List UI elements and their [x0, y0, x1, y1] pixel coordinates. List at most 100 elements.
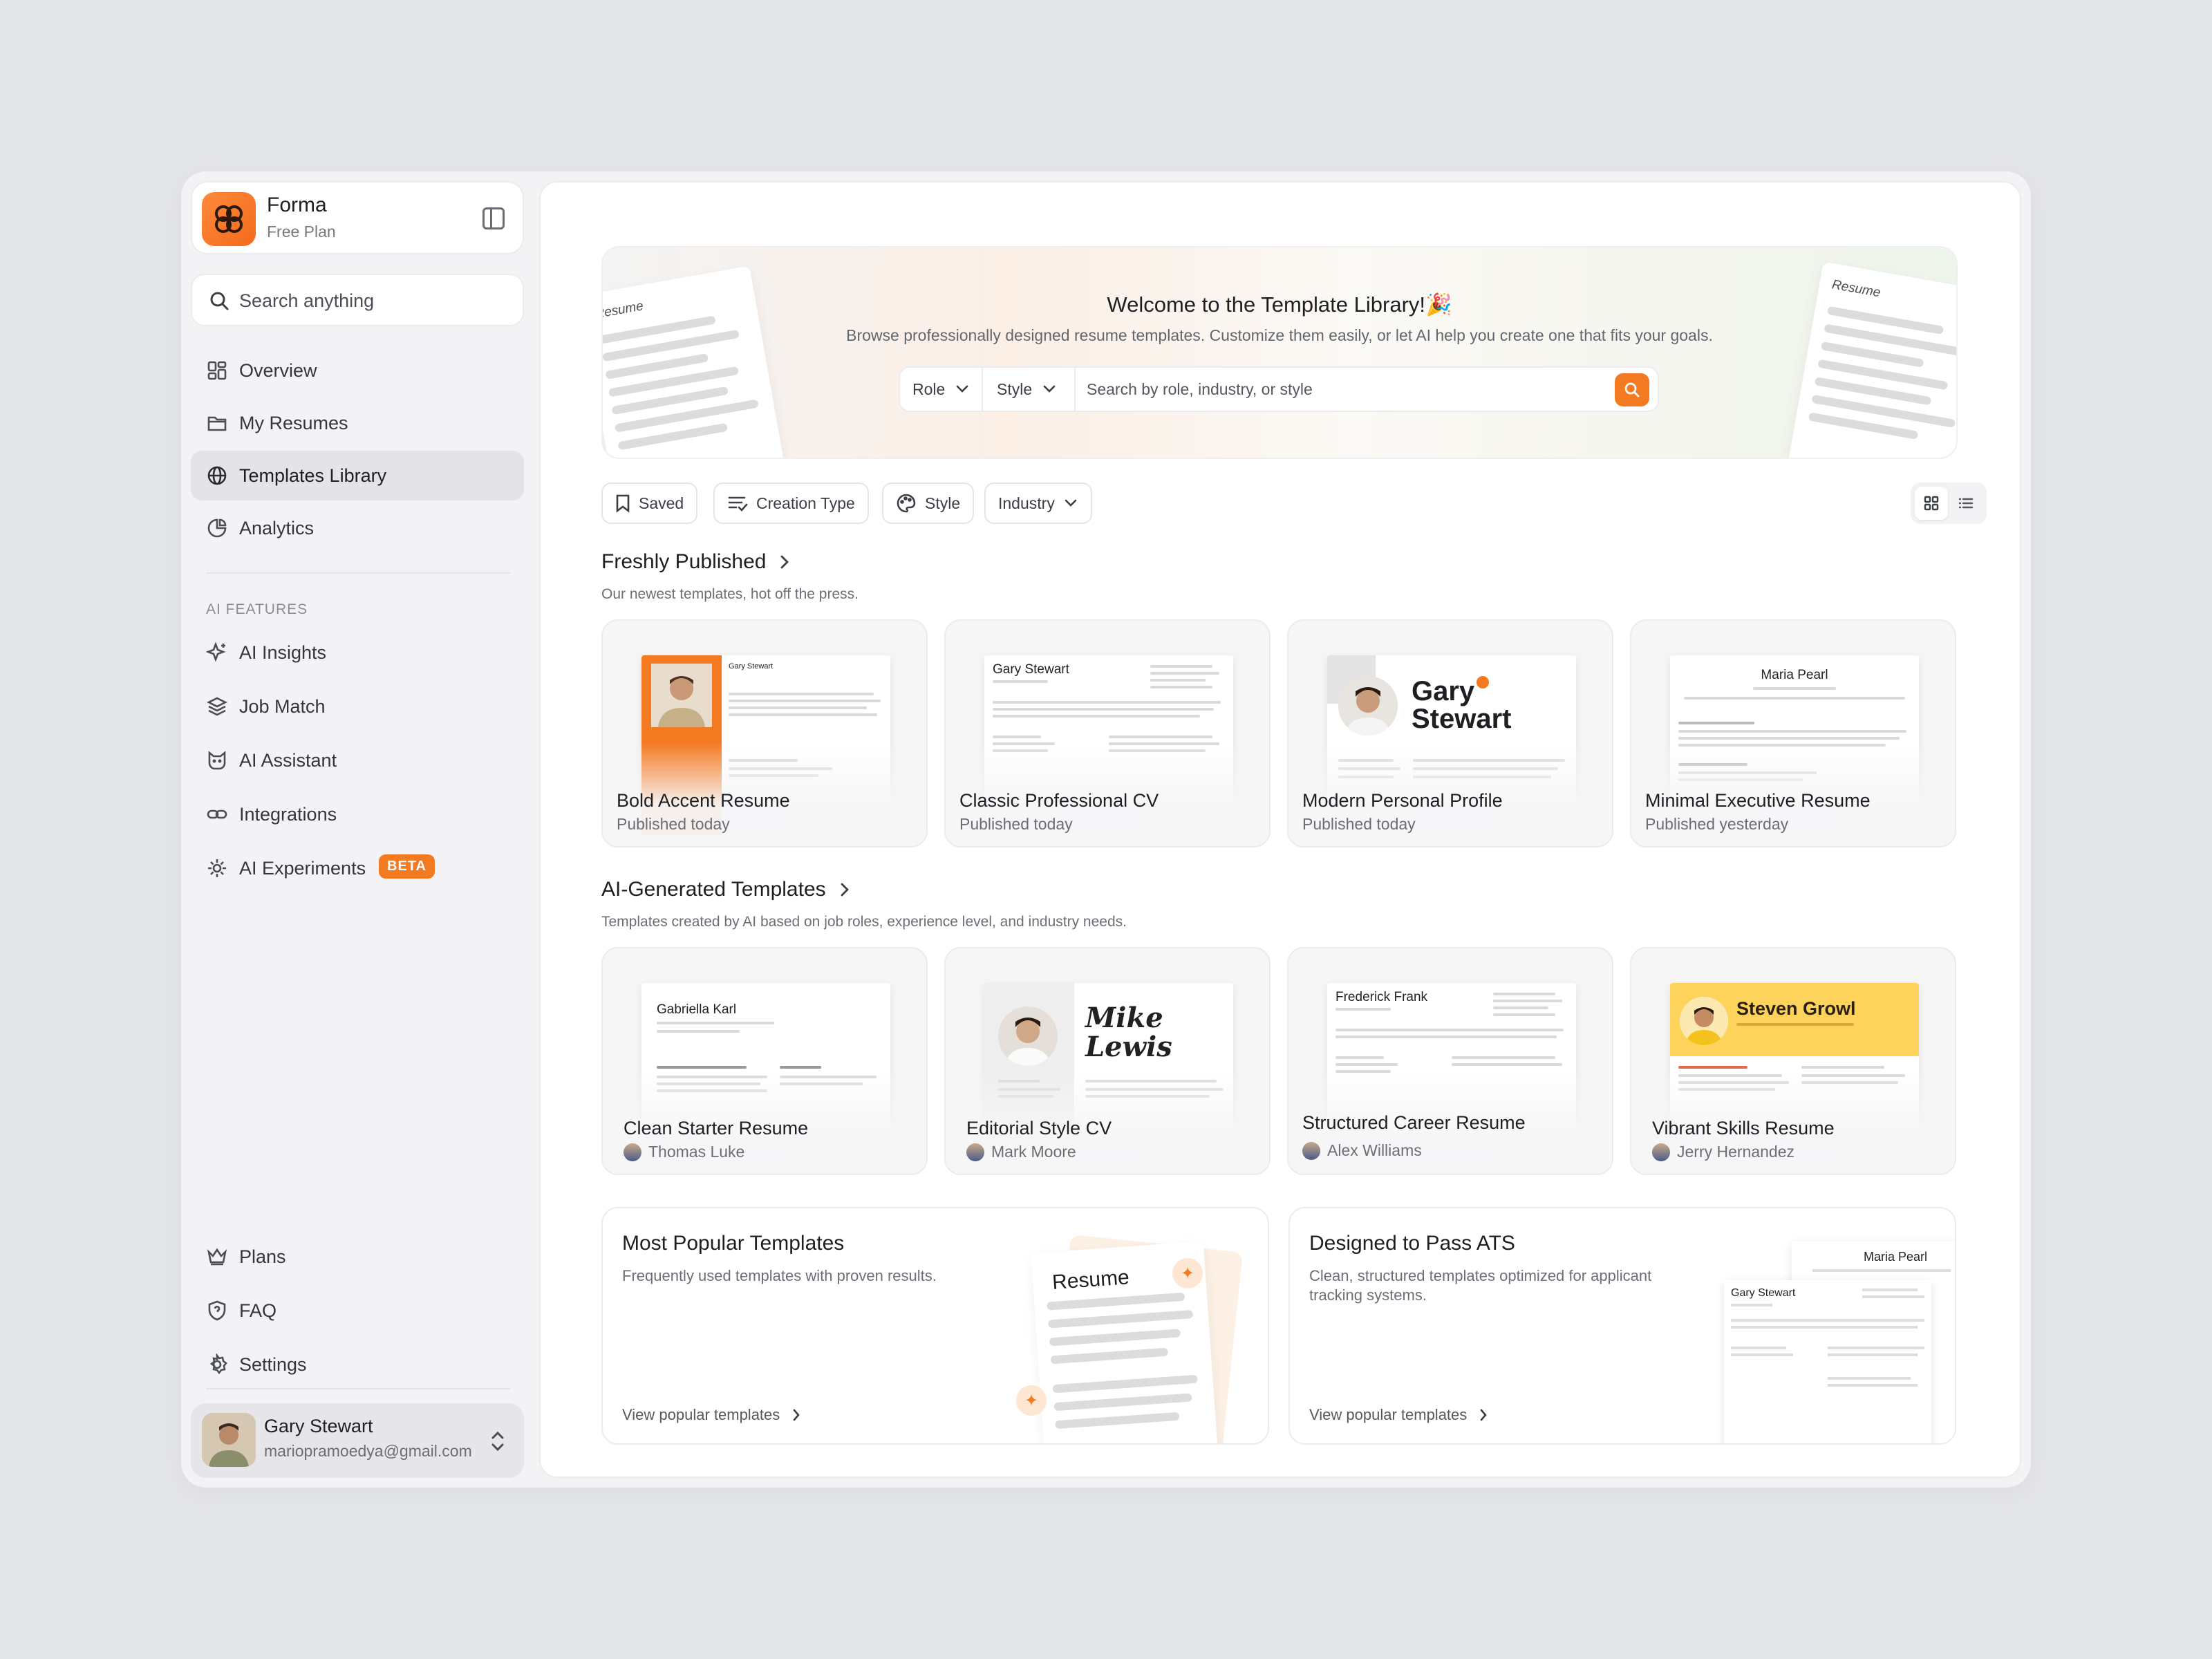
template-card[interactable]: Gary Stewart Classic Professional CV Pub… [944, 619, 1271, 847]
beta-badge: BETA [379, 854, 435, 879]
sidebar-item-label: Job Match [239, 696, 326, 717]
resume-name: Gary Stewart [1412, 676, 1512, 734]
section-title: AI-Generated Templates [601, 878, 826, 901]
sidebar-item-ai-insights[interactable]: AI Insights [191, 628, 524, 677]
author-avatar [624, 1143, 641, 1161]
list-view-icon [1958, 498, 1974, 509]
template-title: Modern Personal Profile [1302, 790, 1503, 811]
bookmark-icon [616, 494, 630, 513]
user-name: Gary Stewart [264, 1416, 373, 1436]
sidebar-item-my-resumes[interactable]: My Resumes [191, 398, 524, 448]
sidebar-item-analytics[interactable]: Analytics [191, 503, 524, 553]
sidebar-item-plans[interactable]: Plans [191, 1232, 524, 1282]
sparkle-icon: ✦ [1172, 1258, 1203, 1288]
hero-banner: Resume Resume Welcome to the Template Li… [601, 246, 1958, 459]
sidebar-item-label: AI Insights [239, 642, 327, 663]
grid-view-button[interactable] [1915, 487, 1948, 520]
workspace-switcher[interactable]: Forma Free Plan [191, 181, 524, 254]
sparkle-icon: ✦ [1016, 1385, 1047, 1416]
author-avatar [966, 1143, 984, 1161]
template-author: Mark Moore [966, 1143, 1076, 1161]
resume-name: Mike Lewis [1085, 1002, 1172, 1063]
brand-plan: Free Plan [267, 223, 336, 241]
list-view-button[interactable] [1949, 487, 1983, 520]
sidebar-item-settings[interactable]: Settings [191, 1340, 524, 1389]
style-dropdown-label: Style [997, 379, 1033, 398]
sidebar-item-ai-experiments[interactable]: AI Experiments BETA [191, 843, 524, 893]
sidebar-item-label: Overview [239, 360, 317, 381]
template-meta: Published today [617, 815, 730, 834]
template-card[interactable]: Steven Growl Vibrant Skills Resume Jerry… [1630, 947, 1956, 1175]
template-card[interactable]: Mike Lewis Editorial Style CV Mark Moore [944, 947, 1271, 1175]
template-search-bar: Role Style Search by role, industry, or … [899, 366, 1659, 412]
sidebar-item-job-match[interactable]: Job Match [191, 682, 524, 731]
palette-icon [897, 494, 916, 513]
view-popular-templates-link[interactable]: View popular templates [1309, 1406, 1488, 1424]
hero-title: Welcome to the Template Library!🎉 [1107, 292, 1452, 317]
sidebar-search[interactable]: Search anything [191, 274, 524, 326]
sidebar-item-label: AI Experiments [239, 858, 366, 879]
sidebar-item-overview[interactable]: Overview [191, 346, 524, 395]
sidebar-item-faq[interactable]: FAQ [191, 1286, 524, 1335]
resume-preview: Gary Stewart [1724, 1280, 1931, 1443]
resume-name: Maria Pearl [1864, 1250, 1928, 1264]
resume-name: Maria Pearl [1761, 668, 1828, 682]
filter-label: Industry [998, 494, 1055, 512]
author-name: Jerry Hernandez [1677, 1143, 1795, 1161]
chevron-right-icon [793, 1409, 800, 1421]
sparkles-icon [205, 641, 228, 664]
promo-title: Designed to Pass ATS [1309, 1232, 1515, 1255]
promo-most-popular[interactable]: Most Popular Templates Frequently used t… [601, 1207, 1269, 1445]
author-name: Thomas Luke [648, 1143, 745, 1161]
user-email: mariopramoedya@gmail.com [264, 1442, 472, 1460]
sidebar: Forma Free Plan Search anything Overview… [191, 181, 524, 1478]
sidebar-item-templates-library[interactable]: Templates Library [191, 451, 524, 500]
template-search-input[interactable]: Search by role, industry, or style [1087, 380, 1313, 399]
user-account-menu[interactable]: Gary Stewart mariopramoedya@gmail.com [191, 1403, 524, 1478]
template-title: Editorial Style CV [966, 1118, 1112, 1138]
search-icon [209, 290, 229, 315]
resume-name: Gary Stewart [993, 662, 1069, 677]
resume-name: Gary Stewart [729, 662, 774, 671]
section-title: Freshly Published [601, 550, 767, 573]
divider [206, 1388, 510, 1389]
filter-creation-type[interactable]: Creation Type [713, 482, 869, 524]
sidebar-item-label: AI Assistant [239, 750, 337, 771]
template-card[interactable]: Gary Stewart Modern Personal Profile Pub… [1287, 619, 1613, 847]
cat-icon [206, 749, 228, 771]
filter-industry[interactable]: Industry [984, 482, 1092, 524]
view-popular-templates-link[interactable]: View popular templates [622, 1406, 800, 1424]
sidebar-item-label: Templates Library [239, 465, 387, 486]
sidebar-item-ai-assistant[interactable]: AI Assistant [191, 735, 524, 785]
sidebar-item-integrations[interactable]: Integrations [191, 789, 524, 839]
promo-designed-to-pass-ats[interactable]: Designed to Pass ATS Clean, structured t… [1288, 1207, 1956, 1445]
template-title: Vibrant Skills Resume [1652, 1118, 1835, 1138]
app-window: Forma Free Plan Search anything Overview… [181, 171, 2031, 1488]
chevron-right-icon [841, 883, 849, 897]
sidebar-item-label: Integrations [239, 804, 337, 825]
filter-style[interactable]: Style [882, 482, 975, 524]
resume-name: Gabriella Karl [657, 1002, 737, 1017]
shield-icon [206, 1300, 228, 1322]
promo-link-label: View popular templates [1309, 1406, 1468, 1423]
divider [1074, 368, 1076, 411]
section-freshly-published[interactable]: Freshly Published [601, 550, 789, 574]
style-dropdown[interactable]: Style [997, 368, 1057, 411]
section-ai-generated-templates[interactable]: AI-Generated Templates [601, 878, 850, 901]
role-dropdown[interactable]: Role [912, 368, 970, 411]
template-card[interactable]: Maria Pearl Minimal Executive Resume Pub… [1630, 619, 1956, 847]
template-card[interactable]: Gabriella Karl Clean Starter Resume Thom… [601, 947, 928, 1175]
sidebar-toggle-icon[interactable] [482, 207, 505, 229]
template-card[interactable]: Gary Stewart Bold Accent Resume Publishe… [601, 619, 928, 847]
template-author: Thomas Luke [624, 1143, 744, 1161]
template-card[interactable]: Frederick Frank Structured Career Resume… [1287, 947, 1613, 1175]
template-title: Clean Starter Resume [624, 1118, 809, 1138]
search-submit-button[interactable] [1615, 373, 1649, 406]
author-avatar [1652, 1143, 1670, 1161]
settings-icon [206, 1353, 228, 1376]
template-title: Structured Career Resume [1302, 1112, 1526, 1133]
template-title: Classic Professional CV [959, 790, 1159, 811]
resume-name: Steven Growl [1736, 998, 1856, 1019]
chevron-down-icon [957, 385, 968, 393]
filter-saved[interactable]: Saved [601, 482, 698, 524]
